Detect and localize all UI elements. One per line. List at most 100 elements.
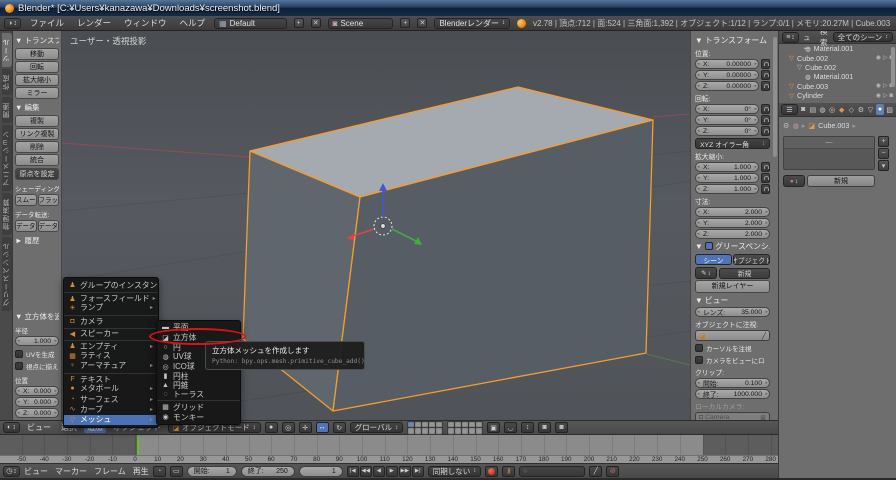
world-tab[interactable]: ◎ — [828, 104, 837, 115]
constraints-tab[interactable]: ◇ — [847, 104, 856, 115]
jump-next-keyframe-icon[interactable]: ▶▶ — [399, 466, 411, 477]
frame-start-field[interactable]: 開始:1 — [187, 466, 237, 477]
mesh-submenu-item[interactable]: ▬ 平面 — [157, 323, 240, 333]
grease-pencil-source-toggle[interactable]: シーン — [695, 254, 732, 265]
slot-specials-button[interactable]: ▾ — [878, 160, 889, 171]
add-menu-item[interactable]: ☀ ランプ ▸ — [64, 303, 158, 313]
lens-field[interactable]: レンズ:35.000 — [695, 307, 770, 317]
scale-field[interactable]: X:1.000 — [695, 162, 759, 172]
menubar-item[interactable]: ウィンドウ — [122, 17, 169, 29]
delete-layout-button[interactable]: ✕ — [311, 18, 321, 28]
add-menu-item[interactable]: ◀ スピーカー ▸ — [64, 328, 158, 338]
location-field[interactable]: Z:0.00000 — [695, 81, 759, 91]
shading-button[interactable]: フラット — [38, 194, 60, 206]
viewport-menu-item[interactable]: ビュー — [24, 422, 54, 433]
pivot-point-button[interactable]: ◎ — [282, 422, 295, 433]
transform-tool-button[interactable]: 移動 — [15, 48, 59, 60]
lock-scene-button[interactable]: ▣ — [487, 422, 500, 433]
outliner-row[interactable]: ▽ Cube.003 ◉▷◙ — [779, 82, 896, 91]
rotation-field[interactable]: X:0° — [695, 104, 759, 114]
timeline-menu-item[interactable]: ビュー — [24, 466, 48, 477]
grease-pencil-source-toggle[interactable]: オブジェクト — [733, 254, 770, 265]
mesh-submenu-item[interactable]: ▦ グリッド — [157, 403, 240, 413]
scale-field[interactable]: Z:1.000 — [695, 184, 759, 194]
outliner-row[interactable]: ▽ Cube.002 ◉▷◙ — [779, 53, 896, 62]
edit-tool-button[interactable]: 統合 — [15, 154, 59, 166]
lock-icon[interactable] — [761, 115, 770, 125]
keying-set-field[interactable]: ○ — [519, 466, 585, 477]
frame-end-field[interactable]: 終了:250 — [241, 466, 295, 477]
scene-tab[interactable]: ◍ — [818, 104, 827, 115]
clip-start-field[interactable]: 開始:0.100 — [695, 378, 770, 388]
add-menu-item[interactable]: ● メタボール ▸ — [64, 384, 158, 394]
transform-tool-button[interactable]: 回転 — [15, 61, 59, 73]
layer-cell[interactable] — [448, 422, 454, 428]
add-scene-button[interactable]: + — [400, 18, 410, 28]
set-origin-dropdown[interactable]: 原点を設定 — [15, 168, 59, 180]
outliner-row[interactable]: ◍ Material.001 ◉▷◙ — [779, 72, 896, 81]
timeline-ruler[interactable]: -50-40-30-20-100102030405060708090100110… — [0, 455, 778, 463]
tool-shelf-tab[interactable]: グリースペンシル — [2, 237, 12, 311]
layer-cell[interactable] — [429, 422, 435, 428]
dimension-field[interactable]: X:2.000 — [695, 207, 770, 217]
breadcrumb-object-name[interactable]: Cube.003 — [818, 121, 849, 130]
data-transfer-button[interactable]: データレ — [38, 220, 60, 232]
layers-widget-1[interactable] — [407, 421, 443, 435]
location-field[interactable]: Y:0.000 — [15, 397, 59, 407]
tool-shelf-tab[interactable]: 物理演算 — [2, 193, 12, 235]
timeline-track[interactable] — [0, 435, 778, 455]
editor-type-button[interactable]: ◷↕ — [3, 466, 20, 477]
transform-tool-button[interactable]: 拡大縮小 — [15, 74, 59, 86]
edit-tool-button[interactable]: 削除 — [15, 141, 59, 153]
tool-shelf-tab[interactable]: ツール — [2, 33, 12, 67]
object-tab[interactable]: ◆ — [837, 104, 846, 115]
layer-cell[interactable] — [436, 422, 442, 428]
layer-cell[interactable] — [415, 428, 421, 434]
layer-cell[interactable] — [476, 428, 482, 434]
new-layer-button[interactable]: 新規レイヤー — [695, 280, 770, 293]
layer-cell[interactable] — [448, 428, 454, 434]
lock-object-field[interactable]: ◪╱ — [695, 330, 770, 341]
outliner-filter-select[interactable]: 全てのシーン↕ — [833, 32, 893, 42]
n-panel-scrollbar[interactable] — [773, 37, 777, 157]
screen-layout-selector[interactable]: ▦Default — [214, 18, 287, 29]
lock-icon[interactable] — [761, 126, 770, 136]
render-tab[interactable]: ◙ — [799, 104, 808, 115]
play-icon[interactable]: ▶ — [386, 466, 398, 477]
jump-prev-keyframe-icon[interactable]: ◀◀ — [360, 466, 372, 477]
layer-cell[interactable] — [462, 428, 468, 434]
selectability-arrow-icon[interactable]: ▷ — [883, 83, 887, 89]
preview-range-clock-button[interactable]: ◔ — [153, 466, 166, 477]
translate-manipulator-button[interactable]: ↔ — [316, 422, 329, 433]
timeline-menu-item[interactable]: フレーム — [94, 466, 126, 477]
add-menu-item[interactable]: ♟ フォースフィールド ▸ — [64, 292, 158, 302]
material-slot[interactable]: — — [784, 137, 874, 149]
lock-icon[interactable] — [761, 104, 770, 114]
tool-shelf-tab[interactable]: 作成 — [2, 69, 12, 95]
redo-panel-header[interactable]: ▼ 立方体を追加 — [15, 311, 59, 322]
delete-scene-button[interactable]: ✕ — [417, 18, 427, 28]
keying-eyedropper-button[interactable]: ╱ — [589, 466, 602, 477]
edit-tool-button[interactable]: 複製 — [15, 115, 59, 127]
menubar-item[interactable]: ヘルプ — [178, 17, 208, 29]
manipulator-toggle-button[interactable]: ✛ — [299, 422, 312, 433]
add-menu-item[interactable]: ♟ グループのインスタンス ▸ — [64, 280, 158, 290]
checkbox[interactable] — [15, 350, 23, 358]
grease-pencil-checkbox[interactable] — [705, 242, 713, 250]
timeline-menu-item[interactable]: 再生 — [133, 466, 149, 477]
viewport-shading-button[interactable]: ● — [265, 422, 278, 433]
current-frame-field[interactable]: 1 — [299, 466, 343, 477]
add-slot-button[interactable]: + — [878, 136, 889, 147]
add-menu-item[interactable]: ♟ エンプティ ▸ — [64, 340, 158, 350]
selectability-arrow-icon[interactable]: ▷ — [883, 93, 887, 99]
jump-to-end-icon[interactable]: ▶| — [412, 466, 424, 477]
rotation-field[interactable]: Z:0° — [695, 126, 759, 136]
renderability-camera-icon[interactable]: ◙ — [889, 93, 893, 99]
transform-section-header[interactable]: ▼ トランスフォーム — [15, 35, 59, 46]
lock-to-cursor-checkbox[interactable] — [695, 344, 703, 352]
outliner-row[interactable]: ◍ Material.001 ◉▷◙ — [779, 44, 896, 53]
layer-cell[interactable] — [469, 428, 475, 434]
layer-cell[interactable] — [415, 422, 421, 428]
material-browse-dropdown[interactable]: ●↕ — [783, 175, 805, 187]
rotate-manipulator-button[interactable]: ↻ — [333, 422, 346, 433]
